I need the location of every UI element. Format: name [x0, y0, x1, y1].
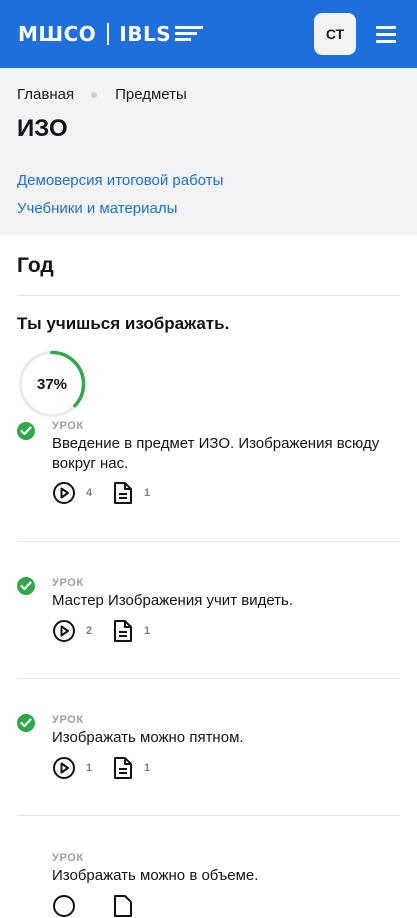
subject-header: Главная Предметы ИЗО Демоверсия итоговой…: [0, 68, 417, 235]
top-bar: МШСО IBLS СТ: [0, 0, 417, 68]
play-circle-icon: [53, 895, 75, 917]
breadcrumb: Главная Предметы: [17, 86, 187, 103]
document-count-value: 1: [144, 625, 151, 637]
lesson-type: УРОК: [52, 852, 84, 864]
page-title: ИЗО: [17, 115, 68, 142]
video-count-value: 1: [86, 762, 93, 774]
check-circle-icon: [17, 422, 35, 440]
divider: [17, 295, 400, 296]
video-count: [52, 894, 76, 918]
document-count: [112, 894, 134, 918]
lesson-title[interactable]: Введение в предмет ИЗО. Изображения всюд…: [52, 434, 382, 474]
breadcrumb-subjects[interactable]: Предметы: [115, 86, 187, 103]
logo-separator: [107, 23, 110, 45]
document-count: 1: [112, 619, 150, 643]
lesson-title[interactable]: Мастер Изображения учит видеть.: [52, 591, 382, 611]
document-count: 1: [112, 481, 150, 505]
video-count: 2: [52, 619, 92, 643]
logo[interactable]: МШСО IBLS: [18, 22, 204, 46]
breadcrumb-home[interactable]: Главная: [17, 86, 74, 103]
play-circle-icon: [53, 482, 75, 504]
document-icon: [114, 620, 132, 642]
lesson-title[interactable]: Изображать можно пятном.: [52, 728, 382, 748]
lesson-type: УРОК: [52, 577, 84, 589]
lesson-type: УРОК: [52, 714, 84, 726]
textbooks-link[interactable]: Учебники и материалы: [17, 200, 177, 217]
divider: [17, 678, 400, 679]
progress-percent: 37%: [36, 375, 68, 393]
document-count-value: 1: [144, 487, 151, 499]
section-title: Год: [17, 254, 54, 277]
divider: [17, 541, 400, 542]
logo-lines-icon: [175, 25, 204, 43]
document-icon: [114, 757, 132, 779]
document-count: 1: [112, 756, 150, 780]
hamburger-menu-icon[interactable]: [374, 24, 398, 44]
play-circle-icon: [53, 620, 75, 642]
divider: [17, 815, 400, 816]
avatar[interactable]: СТ: [314, 13, 356, 55]
logo-mshco: МШСО: [18, 22, 97, 46]
lesson-type: УРОК: [52, 420, 84, 432]
document-icon: [114, 895, 132, 917]
document-count-value: 1: [144, 762, 151, 774]
module-title: Ты учишься изображать.: [17, 314, 230, 333]
video-count-value: 4: [86, 487, 93, 499]
check-circle-icon: [17, 577, 35, 595]
check-circle-icon: [17, 714, 35, 732]
video-count-value: 2: [86, 625, 93, 637]
video-count: 4: [52, 481, 92, 505]
logo-ibls: IBLS: [119, 22, 172, 46]
breadcrumb-separator: [91, 91, 98, 98]
demo-version-link[interactable]: Демоверсия итоговой работы: [17, 172, 223, 189]
play-circle-icon: [53, 757, 75, 779]
video-count: 1: [52, 756, 92, 780]
document-icon: [114, 482, 132, 504]
lesson-title[interactable]: Изображать можно в объеме.: [52, 866, 382, 886]
